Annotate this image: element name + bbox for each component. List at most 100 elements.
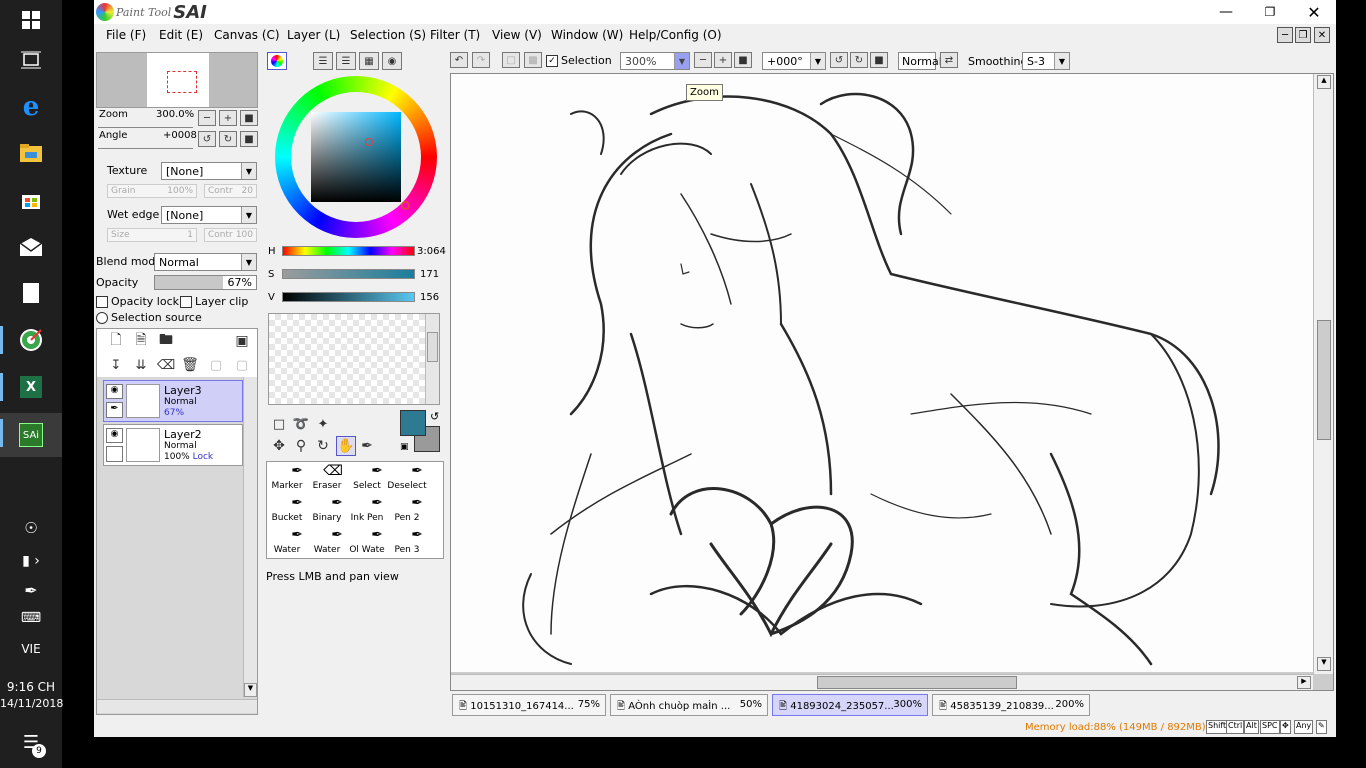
canvas-vscrollbar[interactable]: ▲ ▼ xyxy=(1313,74,1333,674)
texture-select[interactable]: [None] ▼ xyxy=(161,162,257,180)
deselect-icon[interactable]: □ xyxy=(502,52,520,68)
layer-row[interactable]: ◉ Layer2 Normal 100% Lock xyxy=(103,424,243,466)
scroll-down-icon[interactable]: ▼ xyxy=(1317,657,1331,671)
scratchpad-scrollbar[interactable] xyxy=(425,314,439,404)
rotate-reset-button[interactable]: ■ xyxy=(870,52,888,68)
menu-layer[interactable]: Layer (L) xyxy=(287,28,340,42)
document-tab[interactable]: 🖹 10151310_167414... 75% xyxy=(452,694,606,716)
tool-marker[interactable]: ✒ Marker xyxy=(267,463,307,495)
nav-zoom-in-button[interactable]: + xyxy=(219,110,237,126)
menu-selection[interactable]: Selection (S) xyxy=(350,28,426,42)
smoothing-select[interactable]: S-3 ▼ xyxy=(1022,52,1070,70)
menu-window[interactable]: Window (W) xyxy=(551,28,623,42)
layer-pen-empty[interactable] xyxy=(106,446,123,462)
menu-help-config[interactable]: Help/Config (O) xyxy=(629,28,722,42)
visibility-eye-icon[interactable]: ◉ xyxy=(106,428,123,443)
transparent-color-icon[interactable]: ▣ xyxy=(400,442,409,452)
nav-zoom-slider[interactable] xyxy=(98,122,193,128)
vscroll-thumb[interactable] xyxy=(1317,320,1331,440)
hue-slider[interactable] xyxy=(282,246,415,256)
rotate-ccw-button[interactable]: ↺ xyxy=(830,52,848,68)
tool-pen-2[interactable]: ✒ Pen 2 xyxy=(387,495,427,527)
value-slider[interactable] xyxy=(282,292,415,302)
store-icon[interactable] xyxy=(0,180,62,220)
document-tab[interactable]: 🖹 41893024_235057... 300% xyxy=(772,694,928,716)
canvas-close-icon[interactable]: ✕ xyxy=(1314,27,1330,43)
file-explorer-icon[interactable] xyxy=(0,133,62,173)
rotate-cw-button[interactable]: ↻ xyxy=(850,52,868,68)
eyedropper-icon[interactable]: ✒ xyxy=(358,438,376,454)
selection-checkbox[interactable]: ✓ Selection xyxy=(546,54,612,67)
tool-ink-pen[interactable]: ✒ Ink Pen xyxy=(347,495,387,527)
tool-water[interactable]: ✒ Water xyxy=(267,527,307,559)
layer-clip-checkbox[interactable]: Layer clip xyxy=(180,295,248,308)
menu-filter[interactable]: Filter (T) xyxy=(430,28,480,42)
navigator-preview[interactable] xyxy=(96,52,258,108)
layer-scrollbar[interactable]: ▼ xyxy=(243,377,257,697)
primary-color-swatch[interactable] xyxy=(400,410,426,436)
minimize-icon[interactable]: — xyxy=(1204,0,1248,24)
swap-colors-icon[interactable]: ↺ xyxy=(430,410,439,423)
zoom-select[interactable]: 300% ▼ xyxy=(620,52,690,70)
blend-mode-select[interactable]: Normal ▼ xyxy=(154,253,257,271)
visibility-eye-icon[interactable]: ◉ xyxy=(106,384,123,399)
layer-hscrollbar[interactable] xyxy=(97,699,257,713)
sai-taskbar-icon[interactable]: SAi xyxy=(0,413,62,457)
canvas-hscrollbar[interactable]: ▶ xyxy=(451,674,1313,690)
action-center-icon[interactable]: ☰ 9 xyxy=(0,722,62,762)
undo-icon[interactable]: ↶ xyxy=(450,52,468,68)
clear-layer-icon[interactable]: ⌫ xyxy=(157,357,175,373)
canvas-minimize-icon[interactable]: ─ xyxy=(1277,27,1293,43)
edge-browser-icon[interactable]: e xyxy=(0,87,62,127)
scratchpad-area[interactable] xyxy=(268,313,440,405)
saturation-value-square[interactable] xyxy=(311,112,401,202)
tool-pen-3[interactable]: ✒ Pen 3 xyxy=(387,527,427,559)
scratchpad-tab-icon[interactable]: ◉ xyxy=(382,52,402,70)
document-tab[interactable]: 🖹 45835139_210839... 200% xyxy=(932,694,1090,716)
mail-icon[interactable] xyxy=(0,227,62,267)
magic-wand-icon[interactable]: ✦ xyxy=(314,416,332,432)
document-tab[interactable]: 🖹 AÒnh chuòp maÌn ... 50% xyxy=(610,694,768,716)
zoom-out-button[interactable]: ─ xyxy=(694,52,712,68)
opacity-lock-checkbox[interactable]: Opacity lock xyxy=(96,295,179,308)
canvas-restore-icon[interactable]: ❐ xyxy=(1295,27,1311,43)
angle-select[interactable]: +000° ▼ xyxy=(762,52,826,70)
app-icon-green[interactable] xyxy=(0,320,62,360)
selection-source-radio[interactable]: Selection source xyxy=(96,311,202,324)
menu-canvas[interactable]: Canvas (C) xyxy=(214,28,280,42)
hsv-slider-tab-icon[interactable]: ☰ xyxy=(336,52,356,70)
document-icon[interactable] xyxy=(0,273,62,313)
tool-eraser[interactable]: ⌫ Eraser xyxy=(307,463,347,495)
new-layer-icon[interactable]: 🗋 xyxy=(107,332,125,349)
color-wheel[interactable] xyxy=(275,76,437,238)
tool-select[interactable]: ✒ Select xyxy=(347,463,387,495)
transfer-down-icon[interactable]: ↧ xyxy=(107,357,125,373)
task-view-icon[interactable] xyxy=(0,40,62,80)
rgb-slider-tab-icon[interactable]: ☰ xyxy=(313,52,333,70)
clock-time[interactable]: 9:16 CH xyxy=(0,680,62,694)
tool-deselect[interactable]: ✒ Deselect xyxy=(387,463,427,495)
lasso-icon[interactable]: ➰ xyxy=(292,416,310,432)
color-wheel-tab-icon[interactable] xyxy=(267,52,287,70)
zoom-in-button[interactable]: + xyxy=(714,52,732,68)
move-icon[interactable]: ✥ xyxy=(270,438,288,454)
tool-water-2[interactable]: ✒ Water xyxy=(307,527,347,559)
layer-pen-icon[interactable]: ✒ xyxy=(106,402,123,418)
canvas-viewport[interactable]: ▲ ▼ ▶ Zoom xyxy=(450,73,1334,691)
delete-layer-icon[interactable]: 🗑 xyxy=(181,357,199,373)
rotate-icon[interactable]: ↻ xyxy=(314,438,332,454)
zoom-reset-button[interactable]: ■ xyxy=(734,52,752,68)
navigator-view-rect[interactable] xyxy=(167,71,197,93)
nav-zoom-reset-button[interactable]: ■ xyxy=(240,110,258,126)
close-icon[interactable]: ✕ xyxy=(1292,0,1336,24)
zoom-magnifier-icon[interactable]: ⚲ xyxy=(292,438,310,454)
scroll-down-icon[interactable]: ▼ xyxy=(244,683,257,697)
saturation-slider[interactable] xyxy=(282,269,415,279)
hscroll-thumb[interactable] xyxy=(817,676,1017,689)
view-mode-select[interactable]: Normal xyxy=(898,52,942,70)
nav-angle-slider[interactable] xyxy=(98,143,193,149)
redo-icon[interactable]: ↷ xyxy=(472,52,490,68)
tool-old-water[interactable]: ✒ Ol Wate xyxy=(347,527,387,559)
wet-edge-select[interactable]: [None] ▼ xyxy=(161,206,257,224)
new-linework-layer-icon[interactable]: 🗎 xyxy=(132,332,150,349)
